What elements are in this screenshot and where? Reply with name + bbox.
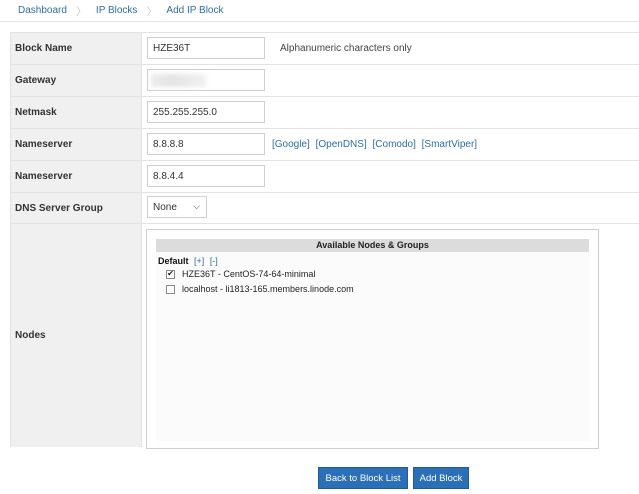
preset-google-link[interactable]: [Google] bbox=[272, 139, 310, 150]
node-item[interactable]: localhost - li1813-165.members.linode.co… bbox=[166, 284, 354, 294]
nameserver2-label: Nameserver bbox=[11, 161, 142, 192]
nameserver2-input[interactable] bbox=[147, 165, 265, 187]
add-block-button[interactable]: Add Block bbox=[413, 467, 469, 489]
node-label: localhost - li1813-165.members.linode.co… bbox=[182, 284, 354, 294]
group-name: Default bbox=[158, 256, 189, 266]
node-checkbox-checked[interactable]: ✔ bbox=[166, 269, 175, 279]
node-item[interactable]: ✔ HZE36T - CentOS-74-64-minimal bbox=[166, 269, 315, 279]
nodes-row: Nodes Available Nodes & Groups Default [… bbox=[11, 224, 639, 449]
dns-group-select[interactable]: None ⌵ bbox=[147, 196, 207, 218]
nodes-header: Available Nodes & Groups bbox=[156, 239, 589, 252]
breadcrumb: Dashboard 〉 IP Blocks 〉 Add IP Block bbox=[0, 0, 639, 22]
dns-group-selected: None bbox=[153, 201, 177, 213]
breadcrumb-add-ip-block[interactable]: Add IP Block bbox=[166, 5, 223, 16]
back-to-block-list-button[interactable]: Back to Block List bbox=[318, 467, 408, 489]
netmask-label: Netmask bbox=[11, 97, 142, 128]
block-name-input[interactable] bbox=[147, 37, 265, 59]
redacted-value bbox=[151, 74, 206, 87]
collapse-group-link[interactable]: [-] bbox=[210, 256, 218, 266]
nameserver2-row: Nameserver bbox=[11, 161, 639, 193]
gateway-input[interactable] bbox=[147, 69, 265, 91]
breadcrumb-separator: 〉 bbox=[146, 5, 158, 18]
gateway-label: Gateway bbox=[11, 65, 142, 96]
nodes-list[interactable]: Available Nodes & Groups Default [+] [-]… bbox=[156, 239, 589, 441]
block-name-row: Block Name Alphanumeric characters only bbox=[11, 33, 639, 65]
group-default: Default [+] [-] bbox=[158, 256, 218, 266]
nameserver-presets: [Google] [OpenDNS] [Comodo] [SmartViper] bbox=[272, 139, 480, 150]
nameserver1-label: Nameserver bbox=[11, 129, 142, 160]
block-name-label: Block Name bbox=[11, 33, 142, 64]
netmask-input[interactable] bbox=[147, 101, 265, 123]
nameserver1-input[interactable] bbox=[147, 133, 265, 155]
breadcrumb-separator: 〉 bbox=[75, 5, 87, 18]
breadcrumb-ip-blocks[interactable]: IP Blocks bbox=[96, 5, 138, 16]
node-checkbox[interactable] bbox=[166, 284, 175, 294]
breadcrumb-dashboard[interactable]: Dashboard bbox=[18, 5, 67, 16]
preset-smartviper-link[interactable]: [SmartViper] bbox=[422, 139, 477, 150]
nodes-label: Nodes bbox=[11, 224, 142, 447]
chevron-down-icon: ⌵ bbox=[193, 201, 200, 211]
preset-comodo-link[interactable]: [Comodo] bbox=[373, 139, 416, 150]
gateway-row: Gateway bbox=[11, 65, 639, 97]
dns-group-label: DNS Server Group bbox=[11, 193, 142, 223]
nodes-panel: Available Nodes & Groups Default [+] [-]… bbox=[146, 229, 599, 449]
netmask-row: Netmask bbox=[11, 97, 639, 129]
expand-group-link[interactable]: [+] bbox=[194, 256, 204, 266]
ip-block-form: Block Name Alphanumeric characters only … bbox=[10, 32, 639, 449]
nameserver1-row: Nameserver [Google] [OpenDNS] [Comodo] [… bbox=[11, 129, 639, 161]
dns-group-row: DNS Server Group None ⌵ bbox=[11, 193, 639, 224]
block-name-hint: Alphanumeric characters only bbox=[280, 43, 412, 54]
preset-opendns-link[interactable]: [OpenDNS] bbox=[316, 139, 367, 150]
node-label: HZE36T - CentOS-74-64-minimal bbox=[182, 269, 316, 279]
